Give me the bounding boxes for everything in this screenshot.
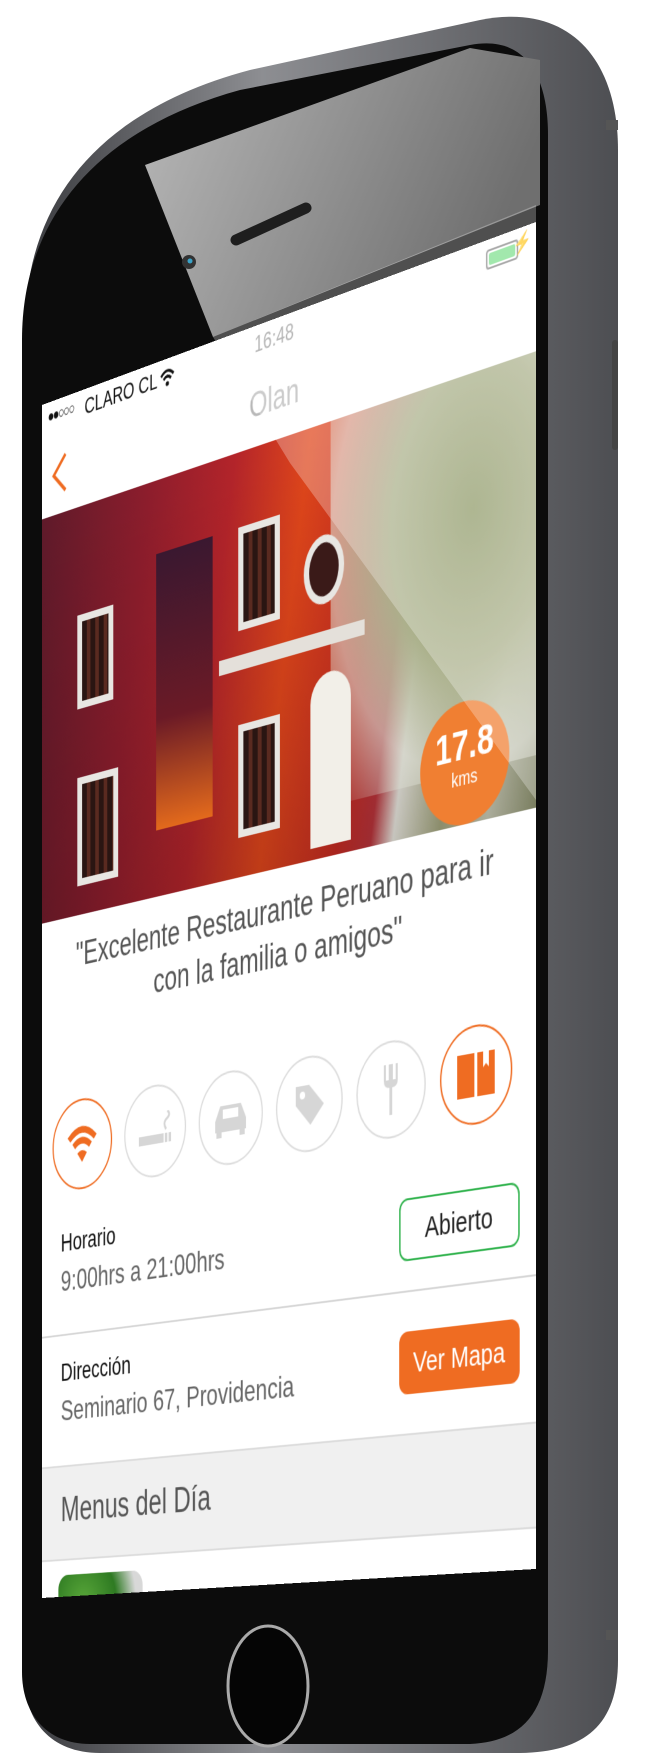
- schedule-label: Horario: [60, 1219, 116, 1258]
- amenity-wifi[interactable]: [52, 1093, 113, 1194]
- amenity-food[interactable]: [356, 1034, 426, 1145]
- amenity-menu[interactable]: [440, 1018, 513, 1131]
- open-status-button[interactable]: Abierto: [399, 1181, 520, 1263]
- smoking-icon: [138, 1109, 173, 1147]
- amenity-parking[interactable]: [198, 1064, 263, 1170]
- menus-section-header: Menus del Día: [42, 1421, 536, 1563]
- app-screen: ●●○○○ CLARO CL 16:48 ⚡ Olan 17.8 kms "Ex…: [42, 221, 536, 1598]
- wifi-icon: [67, 1121, 98, 1163]
- home-button: [226, 1624, 310, 1748]
- address-label: Dirección: [60, 1349, 131, 1387]
- tag-icon: [295, 1082, 324, 1128]
- fork-icon: [383, 1062, 398, 1117]
- amenity-discounts[interactable]: [275, 1049, 343, 1158]
- view-map-button[interactable]: Ver Mapa: [399, 1318, 520, 1396]
- amenity-smoking[interactable]: [124, 1079, 187, 1183]
- menus-title: Menus del Día: [60, 1479, 211, 1531]
- book-menu-icon: [457, 1049, 495, 1100]
- car-icon: [215, 1101, 246, 1139]
